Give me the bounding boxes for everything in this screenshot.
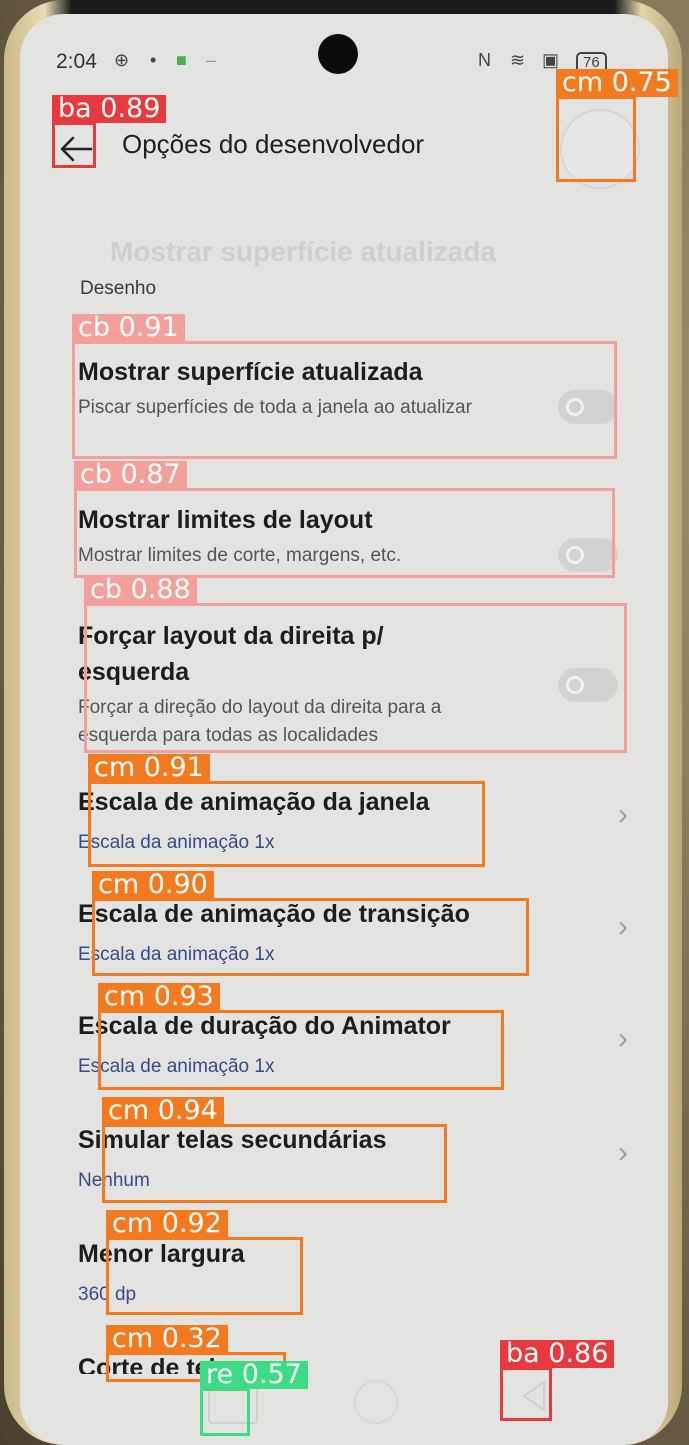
detection-box: re 0.57 <box>200 1361 308 1436</box>
more-icon: – <box>206 50 217 70</box>
detection-label: ba 0.86 <box>500 1340 615 1368</box>
detection-label: re 0.57 <box>200 1361 308 1389</box>
detection-box: ba 0.86 <box>500 1340 615 1421</box>
detection-label: cb 0.91 <box>72 314 185 342</box>
wifi-icon: ≋ <box>510 50 526 70</box>
notification-icon: • <box>150 50 157 70</box>
detection-label: cm 0.91 <box>88 754 210 782</box>
detection-box: cm 0.94 <box>102 1097 447 1203</box>
front-camera <box>318 34 358 74</box>
detection-box: cm 0.90 <box>92 871 529 976</box>
detection-label: cm 0.93 <box>98 983 220 1011</box>
nfc-icon: N <box>478 50 491 70</box>
detection-label: cm 0.75 <box>556 69 678 97</box>
vpn-icon: ⊕ <box>114 50 130 70</box>
app-icon: ■ <box>176 50 187 70</box>
detection-box: cb 0.88 <box>84 576 627 753</box>
detection-box: cb 0.87 <box>74 461 615 578</box>
signal-icon: ▣ <box>542 50 560 70</box>
chevron-right-icon: › <box>618 798 628 831</box>
detection-box: cb 0.91 <box>72 314 617 459</box>
chevron-right-icon: › <box>618 910 628 943</box>
detection-label: cm 0.94 <box>102 1097 224 1125</box>
detection-label: cm 0.92 <box>106 1210 228 1238</box>
section-header: Desenho <box>80 278 157 299</box>
detection-box: ba 0.89 <box>52 95 167 168</box>
page-title: Opções do desenvolvedor <box>122 129 425 159</box>
chevron-right-icon: › <box>618 1022 628 1055</box>
detection-label: cb 0.87 <box>74 461 187 489</box>
detection-label: cm 0.32 <box>106 1325 228 1353</box>
detection-label: ba 0.89 <box>52 95 167 123</box>
detection-label: cb 0.88 <box>84 576 197 604</box>
status-time: 2:04 <box>56 50 97 73</box>
ghost-header: Mostrar superfície atualizada <box>110 236 496 267</box>
detection-box: cm 0.93 <box>98 983 504 1090</box>
home-button[interactable] <box>354 1380 398 1424</box>
detection-box: cm 0.92 <box>106 1210 303 1315</box>
detection-box: cm 0.91 <box>88 754 485 867</box>
chevron-right-icon: › <box>618 1136 628 1169</box>
detection-label: cm 0.90 <box>92 871 214 899</box>
detection-box: cm 0.75 <box>556 69 678 182</box>
